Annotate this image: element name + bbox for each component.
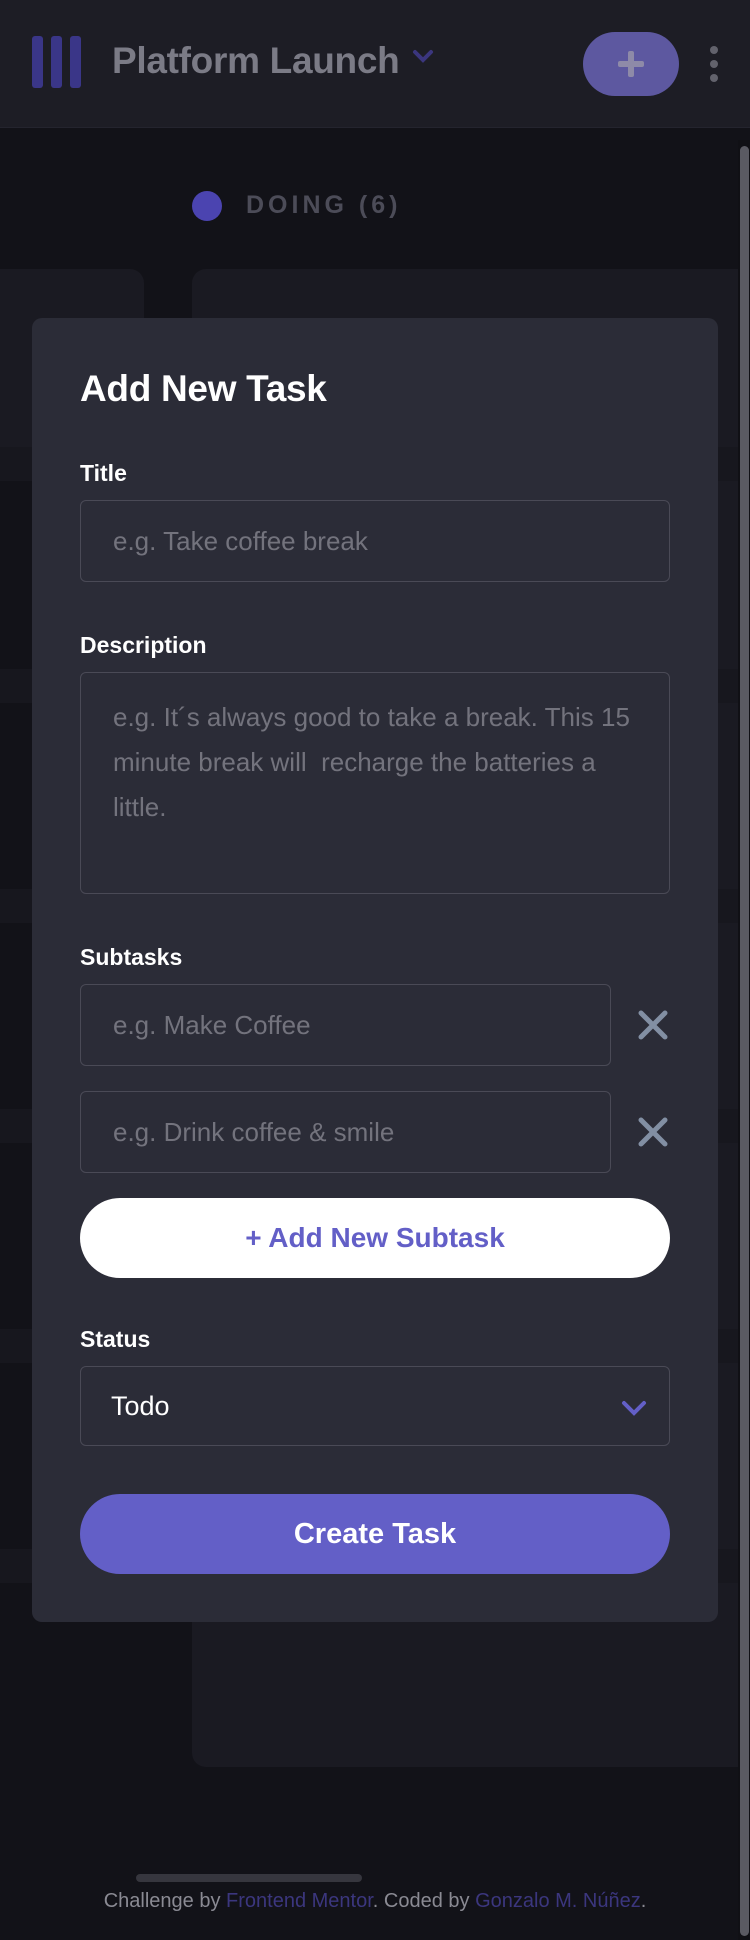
status-label: Status xyxy=(80,1326,151,1352)
board-title[interactable]: Platform Launch xyxy=(112,40,400,82)
description-label: Description xyxy=(80,632,207,658)
column-status-dot xyxy=(192,191,222,221)
chevron-down-icon[interactable] xyxy=(412,48,434,64)
footer-text: . Coded by xyxy=(372,1890,476,1912)
vertical-scrollbar-thumb[interactable] xyxy=(740,146,749,1936)
chevron-down-icon xyxy=(622,1401,646,1416)
close-icon[interactable] xyxy=(636,1008,670,1042)
footer-text: . xyxy=(640,1890,647,1912)
status-dropdown[interactable]: Todo xyxy=(80,1366,670,1446)
footer-text: Challenge by xyxy=(103,1890,227,1912)
top-header: Platform Launch xyxy=(0,0,750,128)
create-task-button[interactable]: Create Task xyxy=(80,1494,670,1574)
app-logo-icon xyxy=(32,36,82,88)
add-task-button[interactable] xyxy=(583,32,679,96)
horizontal-scrollbar[interactable] xyxy=(136,1874,362,1882)
title-label: Title xyxy=(80,460,127,486)
description-textarea[interactable] xyxy=(80,672,670,894)
app-root: Platform Launch DOING (6) w Challenge by… xyxy=(0,0,750,1940)
author-link[interactable]: Gonzalo M. Núñez xyxy=(475,1890,641,1912)
column-title: DOING (6) xyxy=(246,191,402,219)
kebab-vertical-icon[interactable] xyxy=(704,44,724,84)
modal-title: Add New Task xyxy=(80,368,327,409)
footer-credit: Challenge by Frontend Mentor. Coded by G… xyxy=(0,1890,750,1913)
close-icon[interactable] xyxy=(636,1115,670,1149)
subtask-input[interactable] xyxy=(80,1091,611,1173)
plus-icon xyxy=(618,51,644,77)
add-subtask-button[interactable]: + Add New Subtask xyxy=(80,1198,670,1278)
frontend-mentor-link[interactable]: Frontend Mentor xyxy=(226,1890,373,1912)
subtask-input[interactable] xyxy=(80,984,611,1066)
title-input[interactable] xyxy=(80,500,670,582)
status-selected-value: Todo xyxy=(111,1391,170,1421)
subtasks-label: Subtasks xyxy=(80,944,183,970)
add-task-modal: Add New Task Title Description Subtasks … xyxy=(32,318,718,1622)
